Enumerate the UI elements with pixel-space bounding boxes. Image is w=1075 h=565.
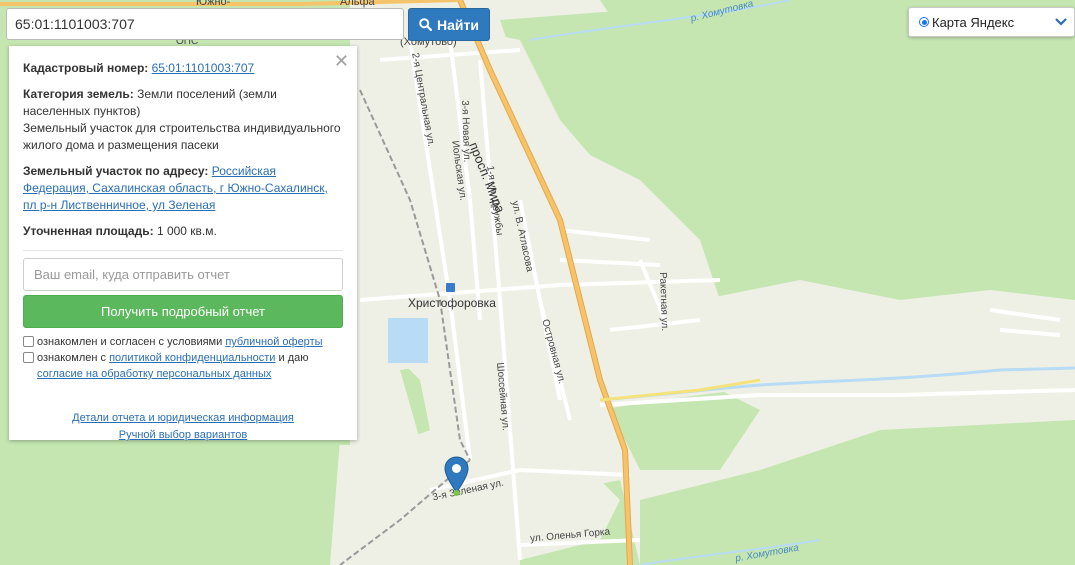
layer-select-label: Карта Яндекс — [932, 14, 1015, 30]
cadastral-number-link[interactable]: 65:01:1101003:707 — [152, 61, 255, 75]
close-icon[interactable]: ✕ — [334, 52, 349, 70]
category-label: Категория земель: — [23, 87, 134, 101]
find-button-label: Найти — [437, 16, 479, 33]
email-field[interactable] — [23, 258, 343, 291]
privacy-checkbox[interactable] — [23, 352, 34, 363]
category-row: Категория земель: Земли поселений (земли… — [23, 86, 343, 120]
area-label: Уточненная площадь: — [23, 224, 154, 238]
pond — [388, 318, 428, 363]
address-row: Земельный участок по адресу: Российская … — [23, 163, 343, 214]
report-details-link[interactable]: Детали отчета и юридическая информация — [72, 412, 294, 424]
divider — [23, 250, 343, 251]
consent-and-text: и даю — [278, 352, 309, 364]
personal-data-consent-link[interactable]: согласие на обработку персональных данны… — [37, 368, 271, 380]
find-button[interactable]: Найти — [408, 8, 490, 41]
area-value: 1 000 кв.м. — [156, 224, 217, 238]
consent-offer-text: ознакомлен и согласен с условиями — [37, 336, 223, 348]
manual-selection-link[interactable]: Ручной выбор вариантов — [119, 429, 247, 441]
layer-radio[interactable] — [919, 17, 929, 27]
privacy-policy-link[interactable]: политикой конфиденциальности — [109, 352, 275, 364]
parcel-info-panel: ✕ Кадастровый номер: 65:01:1101003:707 К… — [9, 46, 357, 441]
cadastral-label: Кадастровый номер: — [23, 61, 149, 75]
consent-privacy-row: ознакомлен с политикой конфиденциальност… — [23, 350, 343, 382]
public-offer-link[interactable]: публичной оферты — [225, 336, 322, 348]
search-icon — [419, 18, 433, 31]
offer-checkbox[interactable] — [23, 336, 34, 347]
location-marker-icon[interactable] — [444, 456, 469, 498]
area-row: Уточненная площадь: 1 000 кв.м. — [23, 223, 343, 240]
chevron-down-icon[interactable] — [1054, 16, 1068, 28]
consent-offer-row: ознакомлен и согласен с условиями публич… — [23, 334, 343, 350]
panel-footer-links: Детали отчета и юридическая информация Р… — [23, 410, 343, 444]
consent-privacy-text: ознакомлен с — [37, 352, 107, 364]
purpose-text: Земельный участок для строительства инди… — [23, 121, 341, 152]
cadastral-search-input[interactable] — [6, 8, 404, 40]
map-layer-select[interactable]: Карта Яндекс — [908, 7, 1075, 37]
get-report-button[interactable]: Получить подробный отчет — [23, 295, 343, 328]
forest-area — [0, 440, 340, 565]
address-label: Земельный участок по адресу: — [23, 164, 209, 178]
cadastral-row: Кадастровый номер: 65:01:1101003:707 — [23, 60, 343, 77]
